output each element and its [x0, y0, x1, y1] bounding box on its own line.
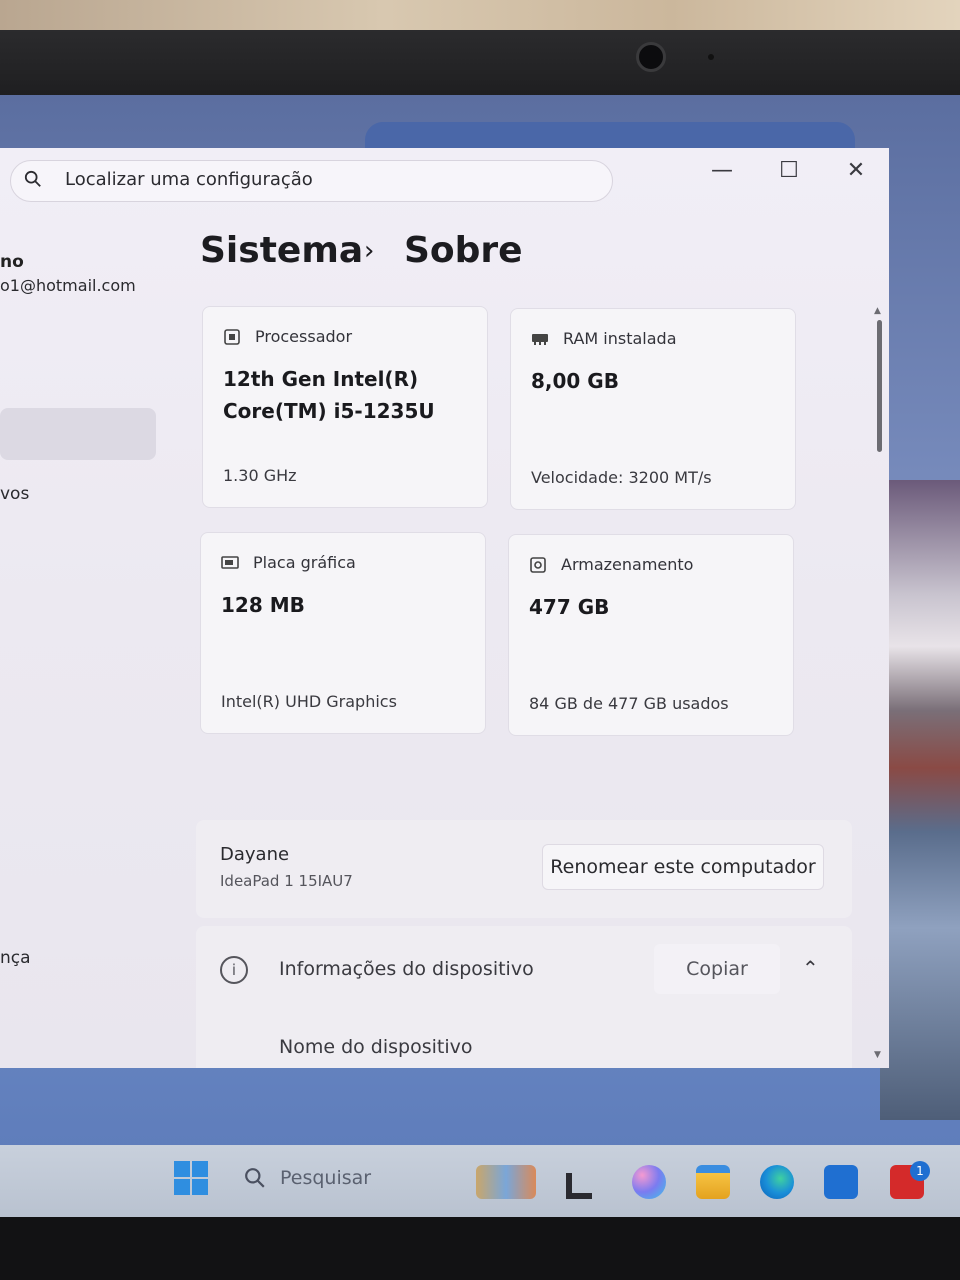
- ram-speed: Velocidade: 3200 MT/s: [531, 468, 712, 487]
- storage-label: Armazenamento: [561, 555, 694, 574]
- chevron-up-icon[interactable]: ⌃: [802, 956, 819, 980]
- edge-icon[interactable]: [760, 1165, 794, 1199]
- rename-computer-button[interactable]: Renomear este computador: [542, 844, 824, 890]
- gpu-value: 128 MB: [221, 593, 305, 617]
- info-icon: i: [220, 956, 248, 984]
- device-name-row-label: Nome do dispositivo: [279, 1036, 473, 1058]
- processor-label: Processador: [255, 327, 353, 346]
- processor-value: 12th Gen Intel(R) Core(TM) i5-1235U: [223, 367, 435, 423]
- sidebar-item-selected[interactable]: [0, 408, 156, 460]
- scroll-up-arrow-icon[interactable]: ▲: [874, 306, 881, 316]
- search-icon: [24, 170, 41, 187]
- device-name-panel: Dayane IdeaPad 1 15IAU7 Renomear este co…: [196, 820, 852, 918]
- wallpaper-landscape: [880, 480, 960, 1120]
- processor-card: Processador 12th Gen Intel(R) Core(TM) i…: [202, 306, 488, 508]
- device-info-title: Informações do dispositivo: [279, 958, 534, 980]
- ram-value: 8,00 GB: [531, 369, 619, 393]
- maximize-button[interactable]: ☐: [771, 158, 807, 183]
- file-explorer-icon[interactable]: [696, 1165, 730, 1199]
- storage-card: Armazenamento 477 GB 84 GB de 477 GB usa…: [508, 534, 794, 736]
- store-icon[interactable]: [824, 1165, 858, 1199]
- taskbar: Pesquisar 1: [0, 1145, 960, 1217]
- processor-icon: [224, 329, 240, 345]
- settings-window: Localizar uma configuração — ☐ ✕ no o1@h…: [0, 148, 889, 1068]
- sidebar-item-devices[interactable]: vos: [0, 484, 29, 504]
- processor-speed: 1.30 GHz: [223, 466, 297, 485]
- scrollbar-thumb[interactable]: [877, 320, 882, 452]
- sidebar-item-privacy[interactable]: nça: [0, 948, 31, 968]
- storage-icon: [530, 557, 546, 573]
- notification-badge: 1: [910, 1161, 930, 1181]
- gpu-label: Placa gráfica: [253, 553, 356, 572]
- search-icon[interactable]: [244, 1167, 266, 1189]
- page-title[interactable]: Sistema: [200, 230, 363, 271]
- sidebar-user-email: o1@hotmail.com: [0, 276, 136, 295]
- breadcrumb-chevron-icon: ›: [364, 236, 375, 266]
- gpu-model: Intel(R) UHD Graphics: [221, 692, 397, 711]
- device-name: Dayane: [220, 844, 290, 865]
- widgets-icon[interactable]: [476, 1165, 536, 1199]
- ram-icon: [532, 334, 548, 345]
- ram-card: RAM instalada 8,00 GB Velocidade: 3200 M…: [510, 308, 796, 510]
- minimize-button[interactable]: —: [704, 158, 740, 183]
- copy-button[interactable]: Copiar: [654, 944, 780, 994]
- device-info-panel[interactable]: i Informações do dispositivo Copiar ⌃ No…: [196, 926, 852, 1068]
- windows-start-icon[interactable]: [174, 1161, 208, 1195]
- laptop-bottom-bezel: [0, 1217, 960, 1280]
- copilot-icon[interactable]: [632, 1165, 666, 1199]
- close-button[interactable]: ✕: [838, 158, 874, 183]
- storage-value: 477 GB: [529, 595, 610, 619]
- taskbar-search-input[interactable]: Pesquisar: [280, 1167, 371, 1189]
- search-placeholder: Localizar uma configuração: [65, 169, 313, 190]
- task-view-icon[interactable]: [566, 1173, 592, 1199]
- scroll-down-arrow-icon[interactable]: ▼: [874, 1050, 881, 1060]
- gpu-icon: [221, 556, 239, 569]
- webcam-icon: [636, 42, 666, 72]
- sidebar-user-name: no: [0, 252, 24, 272]
- page-subtitle: Sobre: [404, 230, 523, 271]
- storage-usage: 84 GB de 477 GB usados: [529, 694, 729, 713]
- gpu-card: Placa gráfica 128 MB Intel(R) UHD Graphi…: [200, 532, 486, 734]
- device-model: IdeaPad 1 15IAU7: [220, 872, 353, 890]
- camera-led: [708, 54, 714, 60]
- ram-label: RAM instalada: [563, 329, 677, 348]
